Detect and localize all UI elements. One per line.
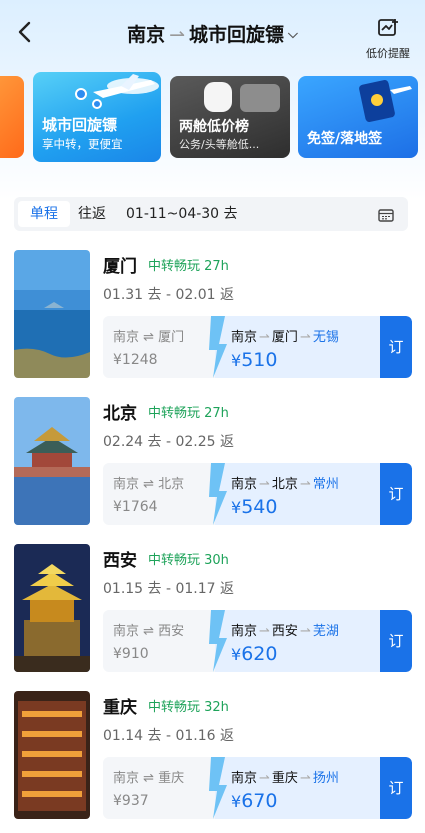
banner-visa-free[interactable]: 免签/落地签 bbox=[298, 76, 418, 158]
price-alert-button[interactable]: 低价提醒 bbox=[363, 18, 413, 61]
banner-partial[interactable] bbox=[0, 76, 24, 158]
trip-filter-bar: 单程 往返 01-11~04-30 去 bbox=[14, 197, 408, 231]
transfer-route: 南京 ⇀ 重庆 ⇀ 扬州 bbox=[231, 771, 339, 786]
banner-title: 两舱低价榜 bbox=[179, 119, 249, 135]
fare-panel: 南京 ⇌ 厦门 ¥1248 南京 ⇀ 厦门 ⇀ 无锡 ¥510 订 bbox=[103, 316, 412, 378]
transfer-route: 南京 ⇀ 北京 ⇀ 常州 bbox=[231, 477, 339, 492]
banner-premium-cabin[interactable]: 两舱低价榜 公务/头等舱低... bbox=[170, 76, 290, 158]
promo-banners: 城市回旋镖 享中转，更便宜 两舱低价榜 公务/头等舱低... 免签/落地签 bbox=[0, 72, 425, 162]
arrow-icon: ⇀ bbox=[299, 771, 311, 786]
direct-fare: 南京 ⇌ 西安 ¥910 bbox=[103, 610, 221, 672]
calendar-button[interactable] bbox=[378, 207, 394, 222]
fare-panel: 南京 ⇌ 西安 ¥910 南京 ⇀ 西安 ⇀ 芜湖 ¥620 订 bbox=[103, 610, 412, 672]
transfer-tag: 中转畅玩 30h bbox=[148, 553, 229, 568]
banner-title: 城市回旋镖 bbox=[42, 116, 118, 134]
top-bar: 南京 ⇀ 城市回旋镖 ⌵ 低价提醒 bbox=[0, 0, 425, 66]
lightning-icon bbox=[209, 316, 227, 378]
arrow-icon: ⇀ bbox=[299, 330, 311, 345]
direct-route: 南京 ⇌ 西安 bbox=[113, 624, 185, 639]
destination-photo bbox=[14, 691, 90, 819]
cabin-seat-illustration bbox=[204, 82, 280, 112]
chevron-down-icon: ⌵ bbox=[288, 27, 298, 42]
transfer-price: ¥540 bbox=[231, 496, 278, 518]
direct-price: ¥1248 bbox=[113, 352, 158, 368]
banner-title: 免签/落地签 bbox=[307, 131, 383, 147]
transfer-route: 南京 ⇀ 西安 ⇀ 芜湖 bbox=[231, 624, 339, 639]
banner-subtitle: 享中转，更便宜 bbox=[42, 137, 123, 151]
banner-subtitle: 公务/头等舱低... bbox=[179, 138, 260, 151]
destination-city: 厦门 bbox=[103, 257, 137, 277]
tab-one-way[interactable]: 单程 bbox=[18, 201, 70, 227]
transfer-price: ¥620 bbox=[231, 643, 278, 665]
destination-label: 城市回旋镖 bbox=[189, 24, 285, 46]
arrow-icon: ⇀ bbox=[259, 330, 270, 345]
banner-city-boomerang[interactable]: 城市回旋镖 享中转，更便宜 bbox=[33, 72, 161, 162]
fare-panel: 南京 ⇌ 北京 ¥1764 南京 ⇀ 北京 ⇀ 常州 ¥540 订 bbox=[103, 463, 412, 525]
destination-card[interactable]: 北京 中转畅玩 27h 02.24 去 - 02.25 返 南京 ⇌ 北京 ¥1… bbox=[0, 397, 425, 537]
calendar-icon bbox=[378, 209, 394, 222]
transfer-route: 南京 ⇀ 厦门 ⇀ 无锡 bbox=[231, 330, 339, 345]
destination-city: 西安 bbox=[103, 551, 137, 571]
airplane-illustration bbox=[75, 74, 159, 109]
arrow-icon: ⇀ bbox=[259, 771, 270, 786]
destination-photo bbox=[14, 397, 90, 525]
arrow-icon: ⇀ bbox=[259, 477, 270, 492]
lightning-icon bbox=[209, 757, 227, 819]
direct-fare: 南京 ⇌ 厦门 ¥1248 bbox=[103, 316, 221, 378]
destination-card[interactable]: 厦门 中转畅玩 27h 01.31 去 - 02.01 返 南京 ⇌ 厦门 ¥1… bbox=[0, 250, 425, 390]
direct-price: ¥937 bbox=[113, 793, 149, 809]
book-button[interactable]: 订 bbox=[380, 316, 412, 378]
destination-card[interactable]: 重庆 中转畅玩 32h 01.14 去 - 01.16 返 南京 ⇌ 重庆 ¥9… bbox=[0, 691, 425, 831]
destination-photo bbox=[14, 544, 90, 672]
travel-dates: 01.14 去 - 01.16 返 bbox=[103, 728, 235, 744]
direct-fare: 南京 ⇌ 重庆 ¥937 bbox=[103, 757, 221, 819]
arrow-icon: ⇀ bbox=[259, 624, 270, 639]
arrow-icon: ⇀ bbox=[299, 477, 311, 492]
lightning-icon bbox=[209, 463, 227, 525]
fare-panel: 南京 ⇌ 重庆 ¥937 南京 ⇀ 重庆 ⇀ 扬州 ¥670 订 bbox=[103, 757, 412, 819]
direct-fare: 南京 ⇌ 北京 ¥1764 bbox=[103, 463, 221, 525]
book-button[interactable]: 订 bbox=[380, 610, 412, 672]
travel-dates: 01.31 去 - 02.01 返 bbox=[103, 287, 235, 303]
destination-city: 重庆 bbox=[103, 698, 137, 718]
tab-round-trip[interactable]: 往返 bbox=[72, 201, 112, 227]
direct-route: 南京 ⇌ 厦门 bbox=[113, 330, 185, 345]
transfer-tag: 中转畅玩 27h bbox=[148, 259, 229, 274]
book-button[interactable]: 订 bbox=[380, 757, 412, 819]
transfer-tag: 中转畅玩 27h bbox=[148, 406, 229, 421]
travel-dates: 02.24 去 - 02.25 返 bbox=[103, 434, 235, 450]
direct-route: 南京 ⇌ 北京 bbox=[113, 477, 185, 492]
destination-city: 北京 bbox=[103, 404, 137, 424]
travel-dates: 01.15 去 - 01.17 返 bbox=[103, 581, 235, 597]
chart-alert-icon bbox=[378, 19, 398, 36]
lightning-icon bbox=[209, 610, 227, 672]
arrow-icon: ⇀ bbox=[299, 624, 311, 639]
route-selector[interactable]: 南京 ⇀ 城市回旋镖 ⌵ bbox=[0, 20, 425, 47]
origin-city: 南京 bbox=[127, 24, 166, 46]
direct-price: ¥1764 bbox=[113, 499, 158, 515]
transfer-price: ¥670 bbox=[231, 790, 278, 812]
arrow-right-icon: ⇀ bbox=[169, 24, 186, 46]
price-alert-label: 低价提醒 bbox=[366, 47, 410, 60]
direct-price: ¥910 bbox=[113, 646, 149, 662]
passport-illustration bbox=[359, 80, 412, 122]
date-range[interactable]: 01-11~04-30 去 bbox=[126, 201, 238, 227]
direct-route: 南京 ⇌ 重庆 bbox=[113, 771, 185, 786]
destination-card[interactable]: 西安 中转畅玩 30h 01.15 去 - 01.17 返 南京 ⇌ 西安 ¥9… bbox=[0, 544, 425, 684]
transfer-price: ¥510 bbox=[231, 349, 278, 371]
destination-photo bbox=[14, 250, 90, 378]
book-button[interactable]: 订 bbox=[380, 463, 412, 525]
transfer-tag: 中转畅玩 32h bbox=[148, 700, 229, 715]
